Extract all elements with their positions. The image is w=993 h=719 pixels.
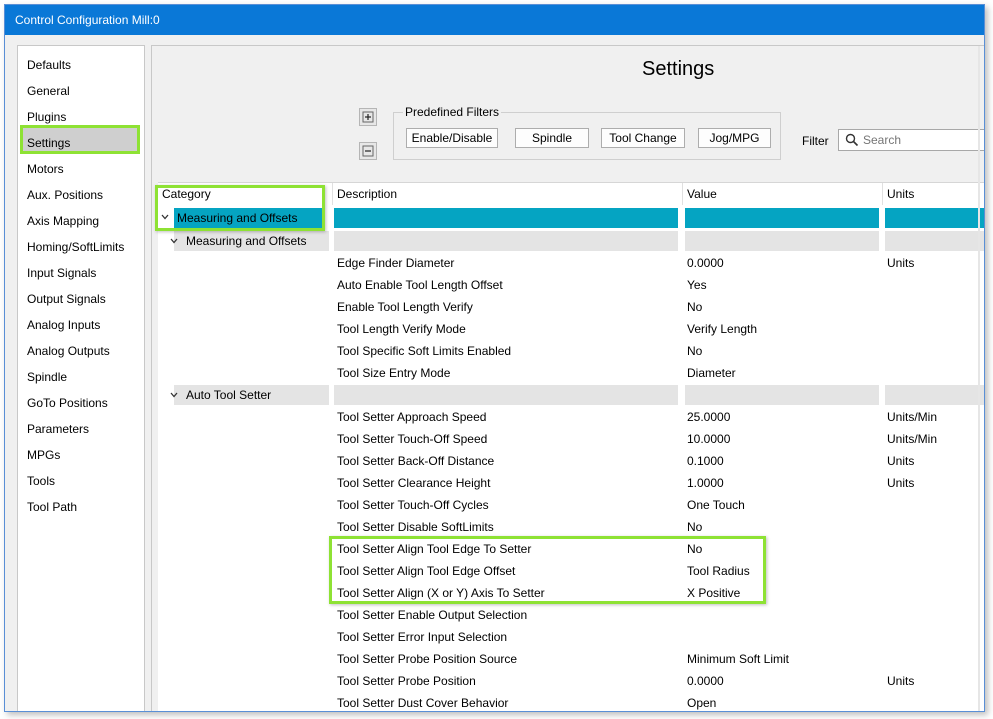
group-bar-value: [685, 385, 879, 405]
filter-label: Filter: [802, 134, 829, 148]
group-bar-units: [885, 231, 984, 251]
sidebar-item-general[interactable]: General: [27, 81, 70, 101]
setting-value[interactable]: 10.0000: [687, 428, 730, 450]
sidebar-item-input-signals[interactable]: Input Signals: [27, 263, 96, 283]
sidebar-item-settings[interactable]: Settings: [27, 133, 70, 153]
sidebar-item-axis-mapping[interactable]: Axis Mapping: [27, 211, 99, 231]
setting-units: Units: [887, 476, 915, 490]
setting-value[interactable]: Diameter: [687, 362, 736, 384]
sidebar-item-tool-path[interactable]: Tool Path: [27, 497, 77, 517]
setting-description[interactable]: Tool Size Entry Mode: [337, 362, 450, 384]
setting-description[interactable]: Tool Setter Touch-Off Cycles: [337, 494, 489, 516]
setting-description[interactable]: Tool Setter Approach Speed: [337, 406, 486, 428]
column-header-units[interactable]: Units: [883, 183, 984, 205]
group-bar-description: [334, 231, 678, 251]
expand-all-button[interactable]: [359, 108, 377, 126]
sidebar: Defaults General Plugins Settings Motors Aux.…: [17, 45, 145, 711]
setting-value[interactable]: No: [687, 516, 702, 538]
config-window: Control Configuration Mill:0 Defaults Gen…: [4, 4, 985, 712]
sidebar-item-spindle[interactable]: Spindle: [27, 367, 67, 387]
expand-all-icon: [362, 111, 374, 123]
sidebar-item-tools[interactable]: Tools: [27, 471, 55, 491]
chevron-down-icon[interactable]: [169, 236, 179, 246]
setting-units: Units: [887, 256, 915, 270]
collapse-all-icon: [362, 145, 374, 157]
setting-description[interactable]: Tool Length Verify Mode: [337, 318, 466, 340]
window-title: Control Configuration Mill:0: [15, 13, 160, 27]
column-header-description[interactable]: Description: [333, 183, 683, 205]
setting-units: Units/Min: [887, 410, 938, 424]
sidebar-item-homing-softlimits[interactable]: Homing/SoftLimits: [27, 237, 124, 257]
column-header-value[interactable]: Value: [683, 183, 883, 205]
filter-jog-mpg-button[interactable]: Jog/MPG: [698, 128, 771, 148]
setting-value[interactable]: 0.0000: [687, 252, 724, 274]
setting-value[interactable]: Yes: [687, 274, 707, 296]
group-bar-units: [885, 385, 984, 405]
setting-description[interactable]: Tool Setter Probe Position: [337, 670, 476, 692]
setting-description[interactable]: Tool Setter Enable Output Selection: [337, 604, 527, 626]
sidebar-item-analog-outputs[interactable]: Analog Outputs: [27, 341, 110, 361]
group-bar-description: [334, 385, 678, 405]
filter-spindle-button[interactable]: Spindle: [515, 128, 589, 148]
setting-value[interactable]: 1.0000: [687, 472, 724, 494]
setting-value[interactable]: 0.0000: [687, 670, 724, 692]
category-highlight-box: [155, 185, 325, 231]
setting-description[interactable]: Tool Setter Dust Cover Behavior: [337, 692, 508, 711]
group-bar-value: [685, 231, 879, 251]
page-title: Settings: [642, 58, 715, 80]
setting-units: Units: [887, 454, 915, 468]
collapse-all-button[interactable]: [359, 142, 377, 160]
sidebar-item-defaults[interactable]: Defaults: [27, 55, 71, 75]
sidebar-item-motors[interactable]: Motors: [27, 159, 64, 179]
setting-units: Units: [887, 674, 915, 688]
search-icon: [845, 133, 859, 147]
sidebar-item-mpgs[interactable]: MPGs: [27, 445, 60, 465]
setting-description[interactable]: Auto Enable Tool Length Offset: [337, 274, 503, 296]
filter-enable-disable-button[interactable]: Enable/Disable: [406, 128, 498, 148]
setting-value[interactable]: 25.0000: [687, 406, 730, 428]
scrollbar-track[interactable]: [978, 46, 980, 711]
setting-value[interactable]: Open: [687, 692, 716, 711]
setting-description[interactable]: Tool Setter Back-Off Distance: [337, 450, 494, 472]
setting-value[interactable]: No: [687, 296, 702, 318]
setting-value[interactable]: Minimum Soft Limit: [687, 648, 789, 670]
search-box: [838, 129, 984, 151]
group-label: Measuring and Offsets: [186, 234, 307, 248]
window-titlebar: Control Configuration Mill:0: [5, 5, 984, 35]
sidebar-item-analog-inputs[interactable]: Analog Inputs: [27, 315, 100, 335]
settings-grid: Category Description Value Units Measuri…: [155, 182, 984, 711]
setting-description[interactable]: Tool Setter Clearance Height: [337, 472, 490, 494]
setting-description[interactable]: Enable Tool Length Verify: [337, 296, 473, 318]
setting-description[interactable]: Tool Setter Touch-Off Speed: [337, 428, 487, 450]
sidebar-item-parameters[interactable]: Parameters: [27, 419, 89, 439]
setting-value[interactable]: Verify Length: [687, 318, 757, 340]
setting-units: Units/Min: [887, 432, 938, 446]
align-settings-highlight-box: [329, 536, 766, 604]
setting-description[interactable]: Tool Specific Soft Limits Enabled: [337, 340, 511, 362]
setting-description[interactable]: Tool Setter Error Input Selection: [337, 626, 507, 648]
sidebar-item-output-signals[interactable]: Output Signals: [27, 289, 106, 309]
filter-tool-change-button[interactable]: Tool Change: [601, 128, 685, 148]
setting-description[interactable]: Tool Setter Probe Position Source: [337, 648, 517, 670]
category-bar-units: [885, 208, 984, 228]
predefined-filters-label: Predefined Filters: [403, 105, 502, 119]
chevron-down-icon[interactable]: [169, 390, 179, 400]
category-bar-value: [685, 208, 879, 228]
sidebar-item-aux-positions[interactable]: Aux. Positions: [27, 185, 103, 205]
setting-description[interactable]: Edge Finder Diameter: [337, 252, 454, 274]
setting-value[interactable]: 0.1000: [687, 450, 724, 472]
sidebar-item-plugins[interactable]: Plugins: [27, 107, 66, 127]
setting-value[interactable]: No: [687, 340, 702, 362]
category-bar-description: [334, 208, 678, 228]
setting-description[interactable]: Tool Setter Disable SoftLimits: [337, 516, 494, 538]
settings-panel: Settings Predefined Filters Enable/Disab…: [151, 45, 984, 711]
setting-value[interactable]: One Touch: [687, 494, 745, 516]
sidebar-item-goto-positions[interactable]: GoTo Positions: [27, 393, 108, 413]
group-label: Auto Tool Setter: [186, 388, 272, 402]
search-input[interactable]: [863, 131, 983, 149]
